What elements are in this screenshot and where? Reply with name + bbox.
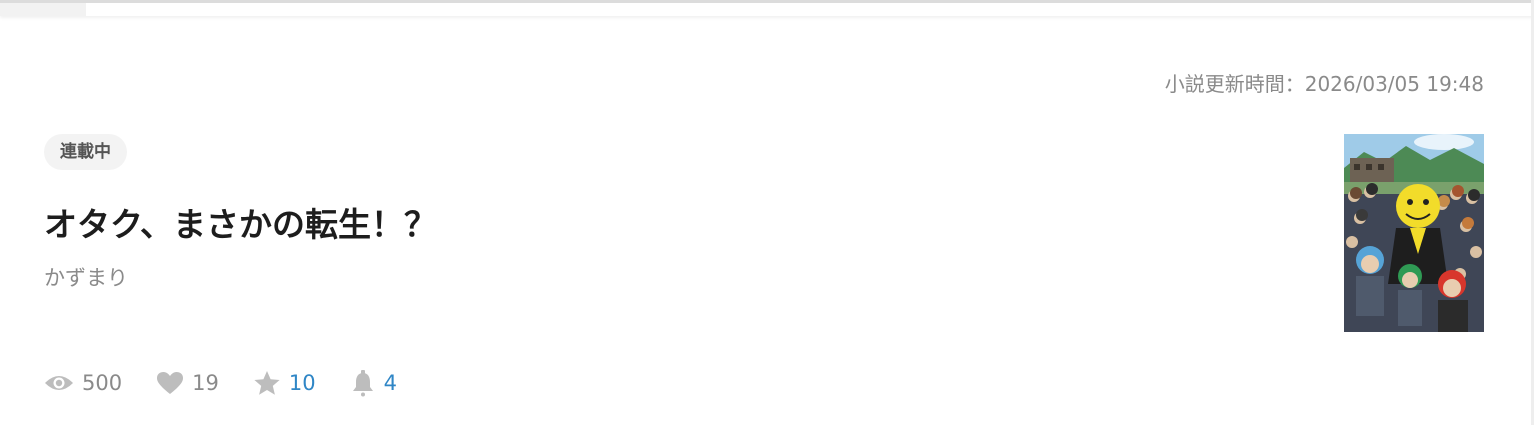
views-stat: 500: [44, 371, 122, 395]
star-icon: [254, 371, 280, 395]
header-tab-stub[interactable]: [0, 3, 86, 16]
bell-icon: [352, 370, 373, 397]
bookmarks-count: 4: [383, 371, 397, 395]
author-name[interactable]: かずまり: [44, 262, 128, 292]
heart-icon: [157, 372, 184, 394]
views-count: 500: [82, 371, 123, 395]
cover-image[interactable]: [1344, 134, 1484, 332]
novel-title[interactable]: オタク、まさかの転生！？: [44, 198, 437, 246]
top-header-bar: [0, 0, 1534, 16]
stats-row: 500 19 10 4: [44, 366, 431, 400]
stars-count: 10: [288, 371, 316, 395]
likes-count: 19: [192, 371, 219, 395]
update-timestamp: 小説更新時間：2026/03/05 19:48: [1164, 72, 1484, 96]
eye-icon: [45, 376, 73, 390]
status-badge: 連載中: [44, 134, 127, 170]
likes-stat[interactable]: 19: [156, 371, 219, 395]
bookmarks-stat[interactable]: 4: [350, 369, 397, 397]
stars-stat[interactable]: 10: [253, 370, 316, 396]
